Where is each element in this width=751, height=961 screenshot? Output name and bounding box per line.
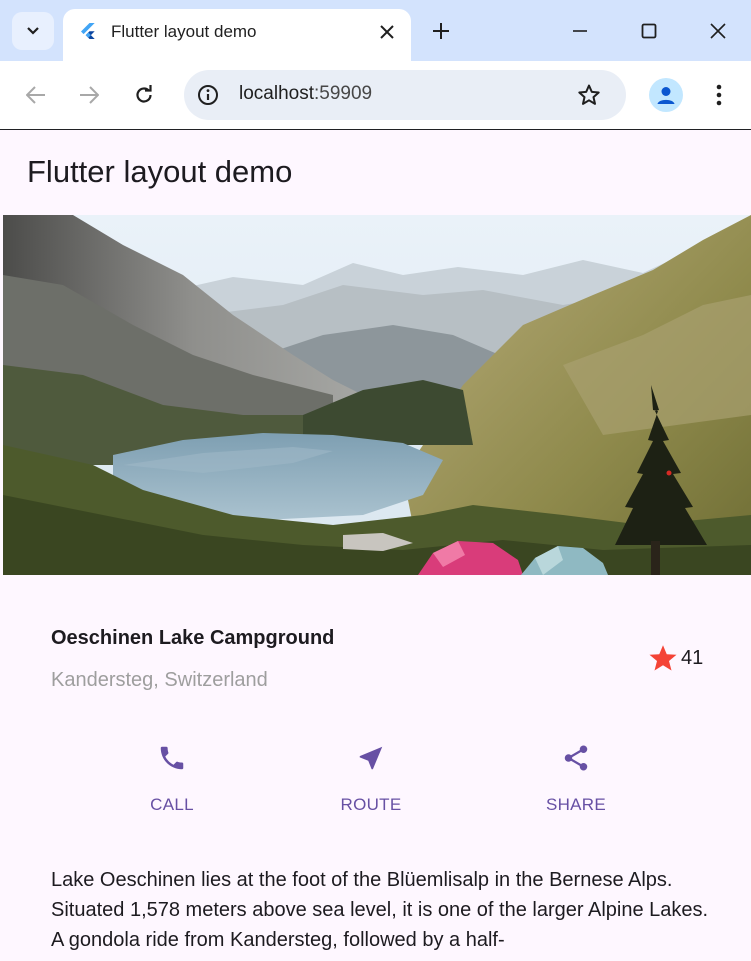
new-tab-button[interactable] — [426, 16, 456, 46]
route-label: ROUTE — [340, 795, 402, 814]
action-button-row: CALL ROUTE SHARE — [3, 741, 751, 821]
forward-button[interactable] — [72, 78, 106, 112]
tab-close-button[interactable] — [375, 20, 399, 44]
info-icon — [198, 85, 218, 105]
maximize-icon — [641, 23, 657, 39]
arrow-right-icon — [80, 86, 99, 104]
call-button[interactable]: CALL — [112, 741, 232, 821]
bookmark-button[interactable] — [576, 82, 602, 108]
app-bar: Flutter layout demo — [3, 131, 751, 215]
app-bar-title: Flutter layout demo — [27, 154, 293, 189]
browser-tab[interactable]: Flutter layout demo — [63, 9, 411, 61]
close-icon — [710, 23, 726, 39]
share-button[interactable]: SHARE — [516, 741, 636, 821]
lake-photo — [3, 215, 751, 575]
plus-icon — [433, 23, 449, 39]
reload-icon — [136, 85, 152, 103]
star-outline-icon — [578, 84, 600, 105]
person-icon — [657, 87, 675, 104]
url-port: :59909 — [314, 83, 373, 104]
star-icon — [649, 645, 677, 671]
place-location: Kandersteg, Switzerland — [51, 669, 268, 691]
arrow-left-icon — [26, 86, 45, 104]
route-button[interactable]: ROUTE — [311, 741, 431, 821]
favorite-count: 41 — [681, 646, 704, 669]
browser-menu-button[interactable] — [706, 78, 732, 112]
profile-button[interactable] — [649, 78, 683, 112]
share-icon — [564, 745, 588, 771]
more-vert-icon — [716, 84, 722, 106]
maximize-button[interactable] — [634, 16, 664, 46]
back-button[interactable] — [19, 78, 53, 112]
close-icon — [380, 25, 394, 39]
near-me-icon — [359, 746, 383, 770]
site-info-button[interactable] — [196, 83, 220, 107]
tab-title: Flutter layout demo — [111, 22, 257, 41]
window-close-button[interactable] — [703, 16, 733, 46]
favorite-widget[interactable]: 41 — [648, 643, 703, 673]
flutter-logo-icon — [81, 23, 95, 39]
minimize-icon — [573, 30, 587, 32]
tab-search-button[interactable] — [12, 12, 54, 50]
browser-toolbar: localhost:59909 — [0, 61, 751, 130]
chevron-down-icon — [27, 27, 39, 35]
phone-icon — [160, 746, 184, 770]
minimize-button[interactable] — [565, 16, 595, 46]
app-viewport: Flutter layout demo Oeschinen Lake Campg… — [3, 131, 751, 961]
place-description: Lake Oeschinen lies at the foot of the B… — [51, 869, 709, 951]
share-label: SHARE — [545, 795, 607, 814]
call-label: CALL — [150, 795, 194, 814]
url-host: localhost — [239, 83, 314, 104]
place-name: Oeschinen Lake Campground — [51, 627, 335, 649]
reload-button[interactable] — [127, 78, 161, 112]
tab-strip: Flutter layout demo — [0, 0, 751, 61]
url-text[interactable]: localhost:59909 — [239, 83, 372, 105]
address-bar[interactable]: localhost:59909 — [184, 70, 626, 120]
